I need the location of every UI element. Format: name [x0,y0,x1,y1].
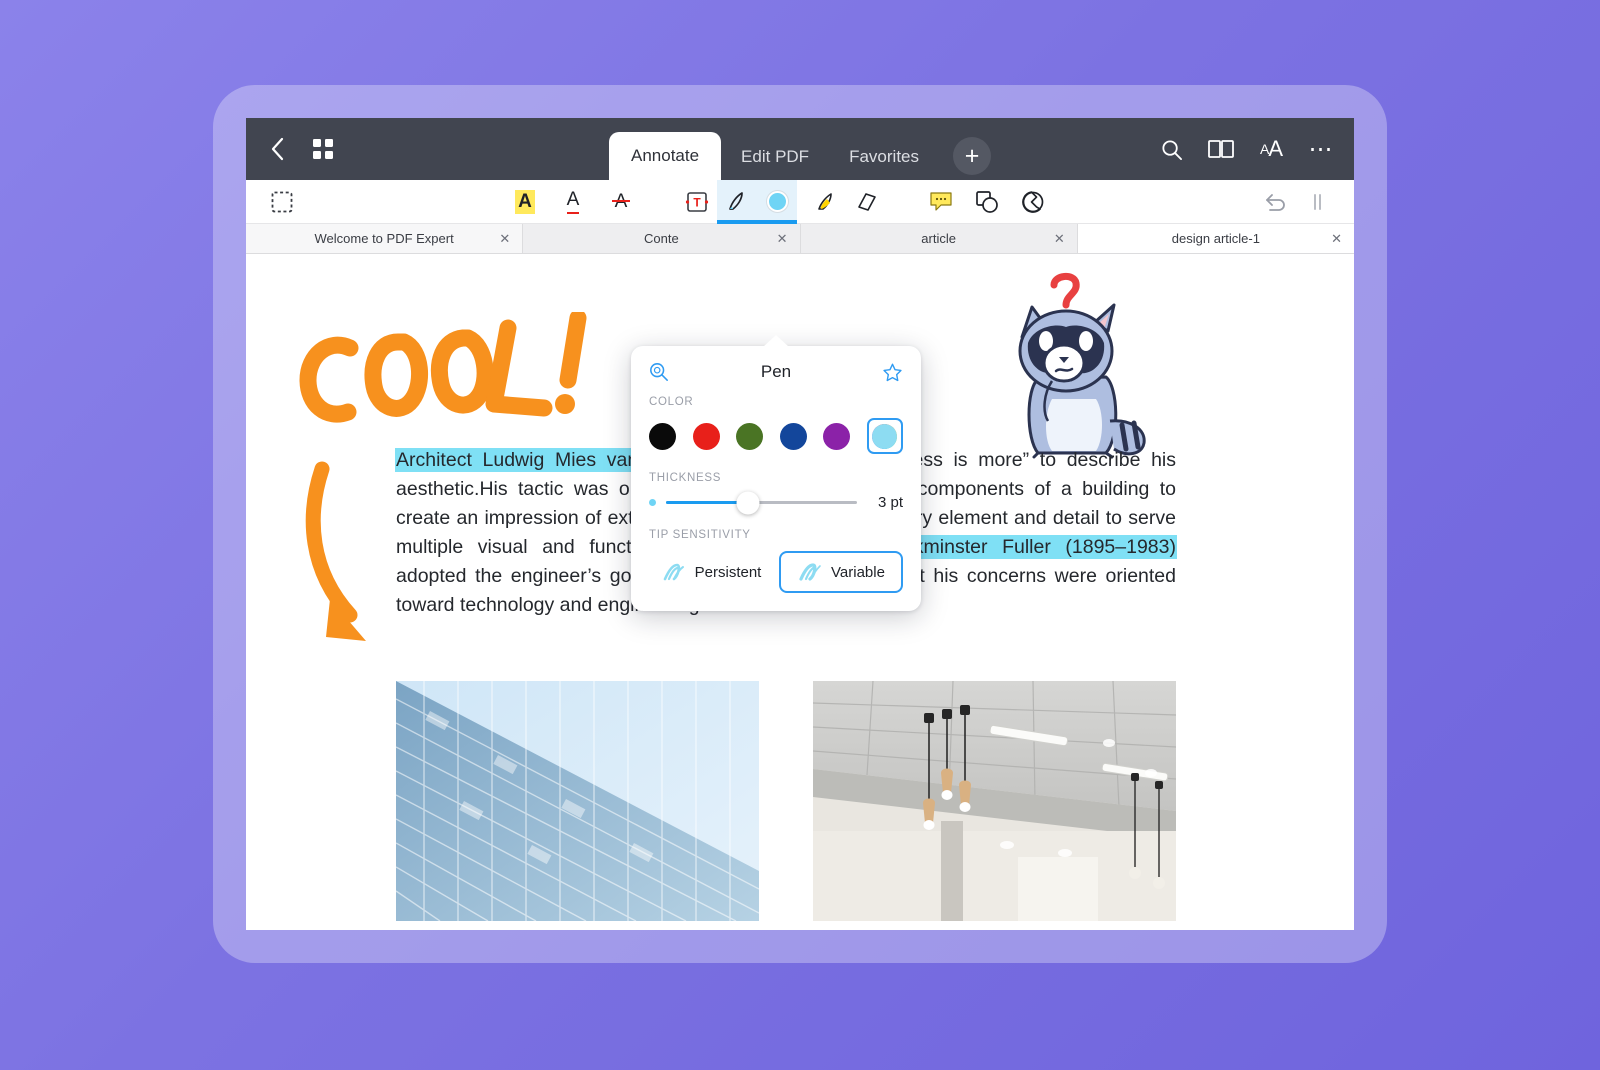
toolbar-collapse-handle[interactable] [1298,182,1338,222]
selection-marquee-icon[interactable] [262,182,302,222]
annotation-toolbar: A A A T [246,179,1354,224]
persistent-stroke-icon [663,563,684,581]
toolbar-right-actions [1256,182,1338,222]
color-black[interactable] [649,422,676,450]
pen-settings-popup[interactable]: Pen COLOR THICKNESS 3 pt TIP SENSITIVITY… [631,335,921,611]
cool-exclamation-dot [555,394,575,414]
add-tool-button[interactable]: + [953,137,992,175]
magnifier-loupe-icon[interactable] [649,362,675,382]
popup-arrow [763,335,789,347]
undo-arrow-icon[interactable] [1256,182,1296,222]
thickness-value-label: 3 pt [877,494,903,511]
thickness-slider-track[interactable] [666,491,857,514]
tip-persistent[interactable]: Persistent [649,551,773,593]
color-section-label: COLOR [649,396,694,408]
tab-edit-pdf-label: Edit PDF [741,147,810,166]
tip-sensitivity-options: Persistent Variable [649,551,903,593]
thickness-control[interactable]: 3 pt [649,491,903,514]
text-markup-tools: A A A [505,182,641,222]
doc-tab-label: article [921,231,956,246]
variable-stroke-icon [799,563,821,581]
doc-tab-design-article-1[interactable]: design article-1 ✕ [1077,224,1354,253]
device-screen: Annotate Edit PDF Favorites + A A ⋯ A A … [246,118,1354,930]
color-red[interactable] [692,422,720,450]
popup-title: Pen [760,362,792,381]
color-swatch-row [649,418,903,454]
photo-glass-facade-building[interactable] [396,681,759,921]
strikethrough-text-icon[interactable]: A [601,182,641,222]
topbar-actions: AA ⋯ [1156,134,1336,164]
color-green[interactable] [736,422,764,450]
tab-favorites-label: Favorites [849,147,920,166]
shapes-icon[interactable] [967,182,1007,222]
mode-tab-bar: Annotate Edit PDF Favorites + [608,118,992,180]
star-favorite-icon[interactable] [877,362,903,383]
pen-color-swatch[interactable] [757,182,797,222]
color-blue[interactable] [779,422,807,450]
pdf-page-canvas[interactable]: Architect Ludwig Mies van der Rohe used … [246,254,1354,930]
doc-tab-conte[interactable]: Conte ✕ [523,224,801,253]
pen-tool-group[interactable] [717,179,797,224]
doc-tab-close-icon[interactable]: ✕ [499,232,510,245]
custom-color-swatch [872,423,898,449]
text-box-icon[interactable]: T [677,182,717,222]
highlighter-icon[interactable] [807,182,847,222]
color-custom-picker[interactable] [866,418,903,454]
tab-favorites[interactable]: Favorites [829,134,939,180]
tip-variable-label: Variable [831,563,885,581]
book-reading-mode-icon[interactable] [1206,134,1236,164]
font-size-icon[interactable]: AA [1256,134,1286,164]
doc-tab-close-icon[interactable]: ✕ [1054,232,1065,245]
photo-concrete-ceiling-pendant-lights[interactable] [813,681,1176,921]
underline-text-icon[interactable]: A [553,182,593,222]
tip-variable[interactable]: Variable [779,551,903,593]
add-tool-plus-icon: + [964,141,980,170]
stamp-sticker-icon[interactable] [1013,182,1053,222]
tablet-device-frame: Annotate Edit PDF Favorites + A A ⋯ A A … [213,85,1387,963]
thickness-slider-knob[interactable] [736,491,760,514]
top-navigation-bar: Annotate Edit PDF Favorites + A A ⋯ [246,118,1354,180]
eraser-icon[interactable] [847,182,887,222]
doc-tab-welcome[interactable]: Welcome to PDF Expert ✕ [246,224,524,253]
back-chevron-icon[interactable] [260,129,294,169]
thumbnail-grid-icon[interactable] [304,129,342,169]
more-options-icon[interactable]: ⋯ [1306,134,1336,164]
doc-tab-close-icon[interactable]: ✕ [777,232,788,245]
annotation-object-tools [921,182,1053,222]
document-tab-strip: Welcome to PDF Expert ✕ Conte ✕ article … [246,224,1354,254]
thinking-raccoon-sticker[interactable] [986,271,1161,471]
tab-edit-pdf[interactable]: Edit PDF [721,134,829,180]
document-images [396,681,1176,921]
note-comment-icon[interactable] [921,182,961,222]
thickness-section-label: THICKNESS [649,472,722,484]
color-purple[interactable] [823,422,851,450]
doc-tab-article[interactable]: article ✕ [800,224,1078,253]
pen-icon[interactable] [717,182,757,222]
doc-tab-close-icon[interactable]: ✕ [1331,232,1342,245]
svg-text:T: T [693,195,701,209]
tab-annotate-label: Annotate [630,146,700,165]
tip-sensitivity-section-label: TIP SENSITIVITY [649,529,751,541]
search-icon[interactable] [1156,134,1186,164]
highlight-text-icon[interactable]: A [505,182,545,222]
drawing-tools: T [677,179,887,224]
tip-persistent-label: Persistent [694,563,762,581]
doc-tab-label: design article-1 [1171,231,1260,246]
doc-tab-label: Welcome to PDF Expert [314,231,454,246]
thickness-min-indicator [649,499,656,506]
popup-header: Pen [649,358,903,386]
doc-tab-label: Conte [644,231,679,246]
tab-annotate[interactable]: Annotate [608,132,722,180]
handwritten-cool-annotation[interactable] [286,312,606,442]
